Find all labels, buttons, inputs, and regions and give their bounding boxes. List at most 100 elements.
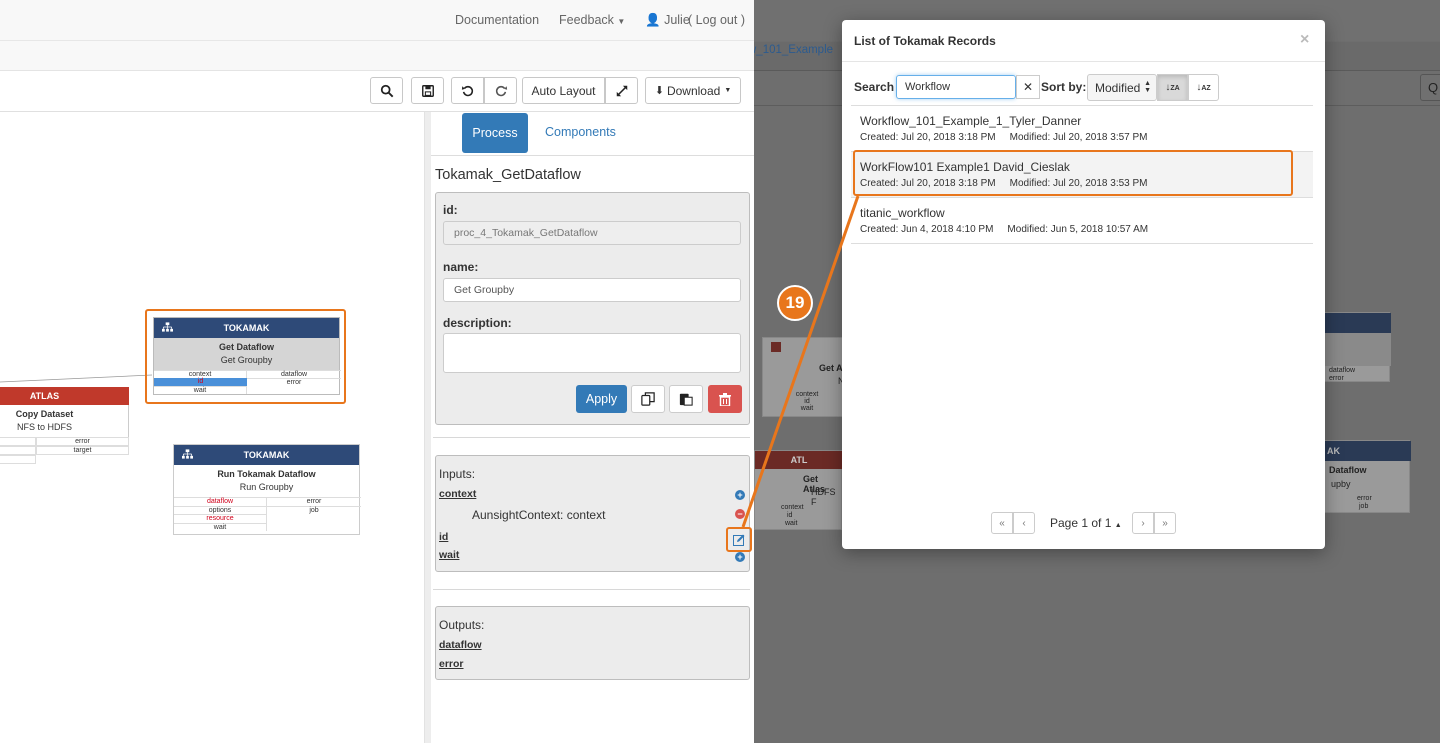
node-input-port[interactable] — [0, 437, 36, 446]
sort-asc-icon: ↓AZ — [1196, 82, 1211, 93]
feedback-label: Feedback — [559, 13, 614, 27]
sort-ascending-button[interactable]: ↓AZ — [1188, 74, 1219, 101]
remove-icon[interactable]: − — [735, 509, 745, 519]
record-list-item[interactable]: Workflow_101_Example_1_Tyler_Danner Crea… — [851, 105, 1313, 151]
dim-node: Get A NF context id wait — [762, 337, 850, 417]
node-input-port[interactable]: dataflow — [174, 497, 267, 506]
sort-desc-icon: ↓ZA — [1165, 82, 1180, 93]
caret-down-icon: ▼ — [617, 17, 626, 26]
search-input[interactable]: Workflow — [896, 75, 1016, 99]
fullscreen-button[interactable] — [605, 77, 638, 104]
download-icon: ⬇ — [654, 85, 664, 97]
node-input-port[interactable]: options — [174, 505, 267, 514]
description-label: description: — [443, 316, 512, 330]
input-id[interactable]: id — [439, 531, 448, 543]
tabs-underline — [431, 155, 754, 156]
sort-select[interactable]: Modified ▲ ▼ — [1087, 74, 1157, 101]
user-menu[interactable]: 👤 Julie — [645, 13, 690, 28]
double-chevron-left-icon: « — [999, 517, 1005, 529]
chevron-left-icon: ‹ — [1022, 517, 1026, 529]
record-created: Created: Jul 20, 2018 3:18 PM — [860, 132, 996, 143]
tokamak-run-dataflow-node[interactable]: TOKAMAK Run Tokamak Dataflow Run Groupby… — [173, 444, 361, 535]
selected-node-highlight — [145, 309, 346, 404]
input-context-value: AunsightContext: context — [472, 508, 606, 522]
delete-button[interactable] — [708, 385, 742, 413]
caret-down-icon: ▼ — [724, 87, 732, 94]
clone-icon — [641, 392, 655, 406]
chevron-right-icon: › — [1141, 517, 1145, 529]
download-label: Download — [666, 83, 721, 98]
inputs-label: Inputs: — [439, 467, 476, 481]
trash-icon — [719, 392, 731, 406]
undo-button[interactable] — [451, 77, 484, 104]
sort-label: Sort by: — [1041, 80, 1087, 94]
clear-icon: ✕ — [1022, 80, 1034, 94]
output-error[interactable]: error — [439, 658, 464, 670]
auto-layout-button[interactable]: Auto Layout — [522, 77, 605, 104]
panel-resize-handle[interactable] — [424, 112, 431, 743]
node-subtitle: NFS to HDFS — [16, 422, 72, 432]
expand-icon — [616, 85, 627, 96]
redo-button[interactable] — [484, 77, 517, 104]
paste-button[interactable] — [669, 385, 703, 413]
next-page-button[interactable]: › — [1132, 512, 1154, 534]
node-input-port[interactable]: resource — [174, 514, 267, 523]
apply-button[interactable]: Apply — [576, 385, 627, 413]
node-input-port[interactable] — [0, 446, 36, 455]
logout-link[interactable]: ( Log out ) — [688, 13, 745, 27]
record-highlight — [853, 150, 1293, 196]
tab-process[interactable]: Process — [462, 113, 528, 153]
node-input-port[interactable] — [0, 455, 36, 464]
node-input-port[interactable]: wait — [174, 522, 267, 531]
add-icon[interactable]: + — [735, 552, 745, 562]
id-label: id: — [443, 203, 458, 217]
record-modified: Modified: Jun 5, 2018 10:57 AM — [1007, 224, 1149, 235]
node-header: TOKAMAK — [243, 450, 290, 460]
atlas-copy-dataset-node[interactable]: ATLAS Copy Dataset NFS to HDFS error tar… — [0, 387, 129, 472]
double-chevron-right-icon: » — [1162, 517, 1168, 529]
input-context[interactable]: context — [439, 488, 476, 500]
page-indicator: Page 1 of 1 — [1050, 516, 1112, 530]
duplicate-button[interactable] — [631, 385, 665, 413]
output-dataflow[interactable]: dataflow — [439, 639, 482, 651]
first-page-button[interactable]: « — [991, 512, 1013, 534]
node-ports: context id wait — [795, 391, 819, 412]
modal-title: List of Tokamak Records — [854, 34, 996, 48]
record-list-item[interactable]: titanic_workflow Created: Jun 4, 2018 4:… — [851, 197, 1313, 243]
sort-descending-button[interactable]: ↓ZA — [1157, 74, 1188, 101]
input-wait[interactable]: wait — [439, 549, 459, 561]
node-subtitle: Run Groupby — [239, 482, 294, 492]
record-name: Workflow_101_Example_1_Tyler_Danner — [860, 114, 1082, 128]
description-field[interactable] — [443, 333, 741, 373]
close-icon[interactable]: × — [1300, 31, 1309, 49]
download-menu[interactable]: ⬇ Download ▼ — [645, 77, 741, 104]
id-field[interactable]: proc_4_Tokamak_GetDataflow — [443, 221, 741, 245]
node-output-port[interactable]: error — [267, 497, 361, 506]
section-divider — [433, 589, 750, 590]
name-field[interactable]: Get Groupby — [443, 278, 741, 302]
documentation-link[interactable]: Documentation — [455, 13, 539, 27]
add-icon[interactable]: + — [735, 490, 745, 500]
dim-node: dataflow error — [1322, 312, 1391, 382]
sort-select-value: Modified — [1095, 81, 1141, 95]
node-title: Get A — [819, 363, 843, 373]
tab-components[interactable]: Components — [545, 125, 616, 139]
node-title: Run Tokamak Dataflow — [217, 469, 316, 479]
step-badge: 19 — [777, 285, 813, 321]
paste-icon — [679, 393, 693, 406]
last-page-button[interactable]: » — [1154, 512, 1176, 534]
caret-up-icon: ▲ — [1114, 522, 1122, 529]
node-output-port[interactable]: target — [36, 446, 129, 455]
feedback-menu[interactable]: Feedback ▼ — [559, 13, 625, 27]
modal-header-divider — [842, 61, 1325, 62]
select-arrows-icon: ▲ ▼ — [1144, 80, 1151, 94]
clear-search-button[interactable]: ✕ — [1016, 75, 1040, 99]
prev-page-button[interactable]: ‹ — [1013, 512, 1035, 534]
record-name: titanic_workflow — [860, 206, 945, 220]
node-output-port[interactable]: error — [36, 437, 129, 446]
node-output-port[interactable]: job — [267, 505, 361, 515]
pagination-menu[interactable]: Page 1 of 1 ▲ — [1050, 516, 1122, 530]
node-icon — [771, 342, 781, 352]
breadcrumb-link: w_101_Example — [754, 44, 834, 56]
dim-search-button: Q — [1420, 74, 1440, 101]
